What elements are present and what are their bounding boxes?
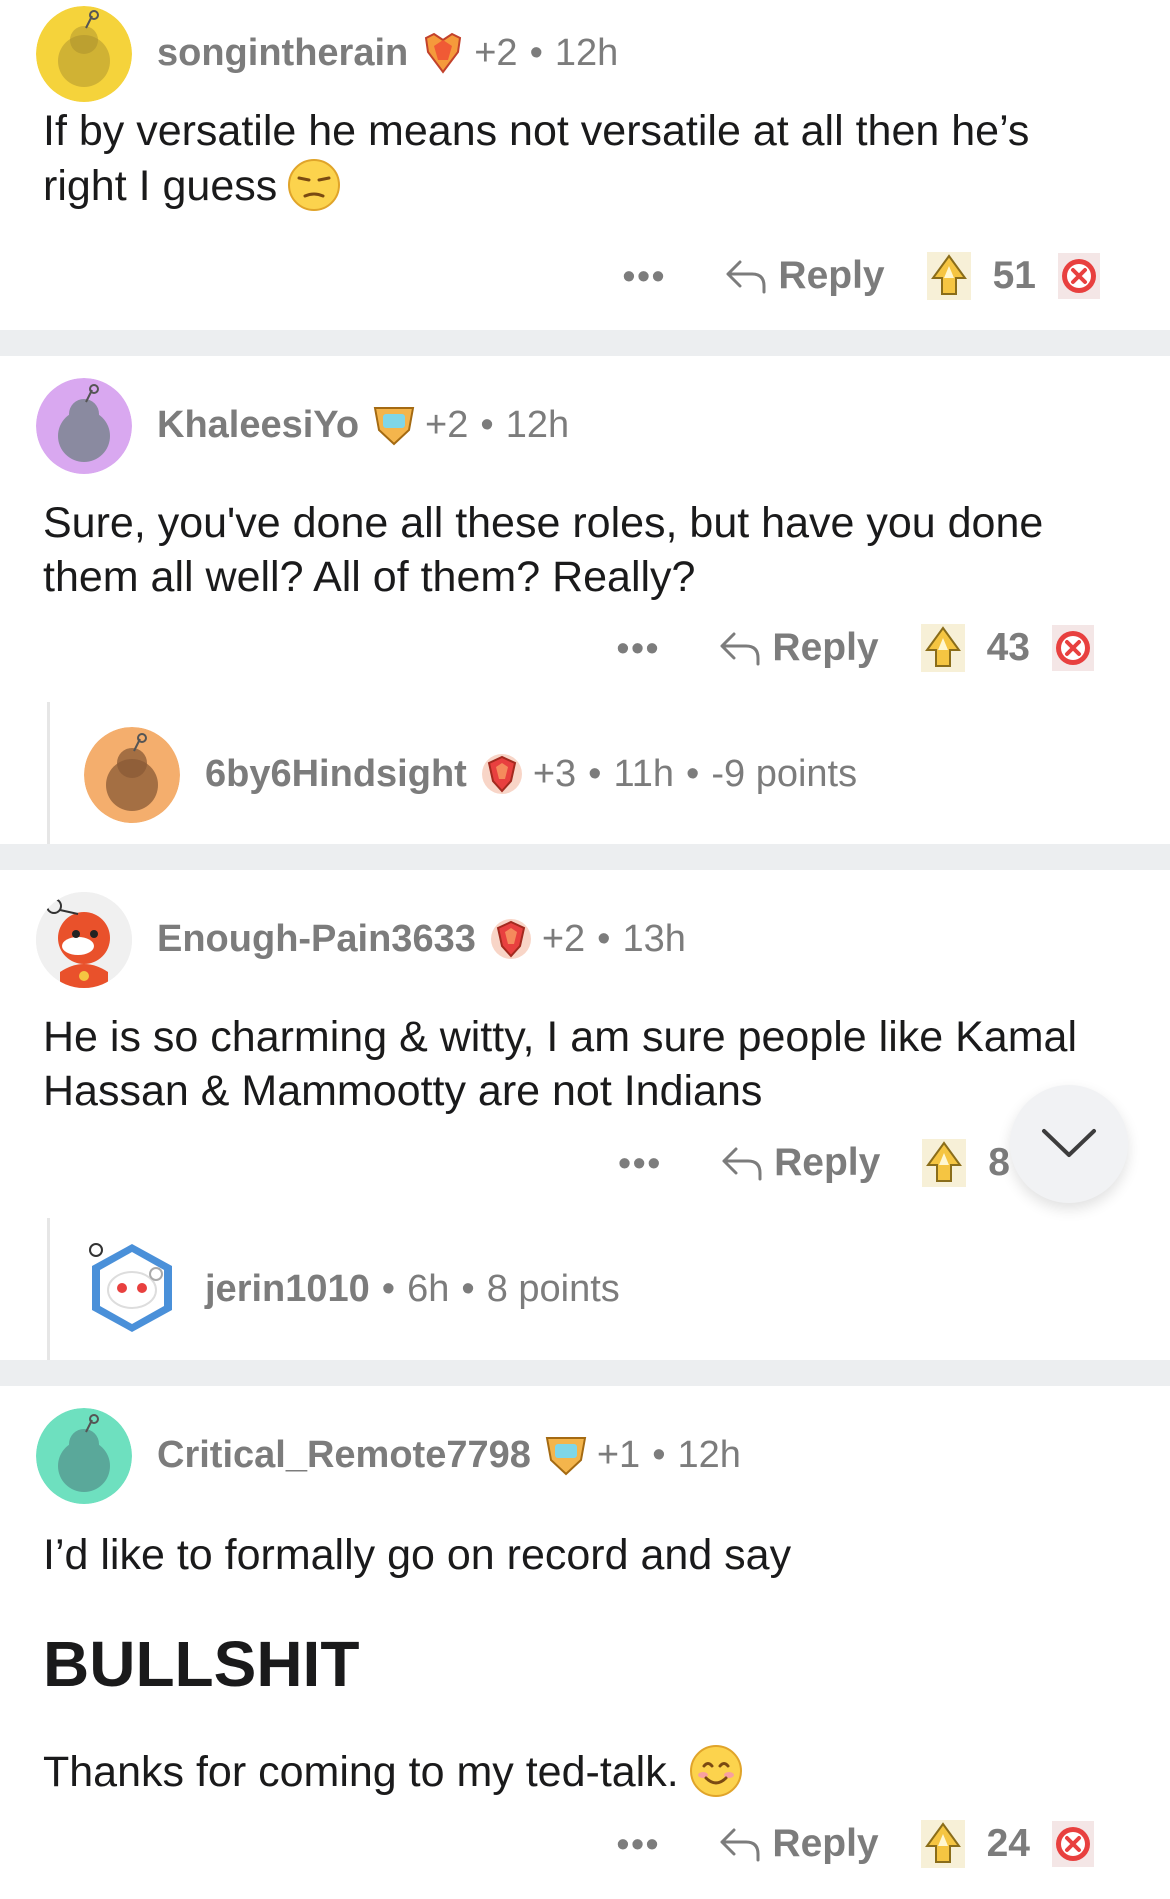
comment-text: He is so charming & witty, I am sure peo… xyxy=(43,1013,1077,1115)
avatar[interactable] xyxy=(84,1240,180,1336)
upvote-icon[interactable] xyxy=(922,1139,967,1187)
separator-dot: • xyxy=(588,752,602,795)
award-shield-icon xyxy=(371,402,417,448)
comment-meta: Enough-Pain3633 +2 • 13h xyxy=(157,914,686,964)
separator-dot: • xyxy=(686,752,700,795)
upvote-icon[interactable] xyxy=(920,1820,965,1868)
upvote-icon[interactable] xyxy=(926,252,971,300)
comment-meta: 6by6Hindsight +3 • 11h • -9 points xyxy=(205,749,857,799)
karma-count: +2 xyxy=(541,917,586,960)
divider xyxy=(0,330,1170,356)
reply-button[interactable]: Reply xyxy=(720,1141,880,1185)
timestamp: 6h xyxy=(407,1267,450,1310)
award-gem-icon xyxy=(420,30,466,76)
points: -9 points xyxy=(711,752,858,795)
separator-dot: • xyxy=(529,31,543,74)
avatar[interactable] xyxy=(36,1408,132,1504)
close-x-icon[interactable] xyxy=(1058,253,1100,299)
username[interactable]: songintherain xyxy=(157,32,408,75)
more-options-button[interactable]: ••• xyxy=(623,255,667,297)
separator-dot: • xyxy=(652,1433,666,1476)
more-options-button[interactable]: ••• xyxy=(617,1823,661,1865)
avatar[interactable] xyxy=(36,892,132,988)
smiling-face-icon xyxy=(689,1744,743,1798)
username[interactable]: 6by6Hindsight xyxy=(205,753,467,796)
comment-actions: ••• Reply 24 xyxy=(617,1814,1094,1874)
username[interactable]: jerin1010 xyxy=(205,1268,370,1311)
timestamp: 11h xyxy=(613,752,675,795)
karma-count: +2 xyxy=(474,31,518,74)
username[interactable]: Enough-Pain3633 xyxy=(157,918,476,961)
reply-arrow-icon xyxy=(722,1147,762,1181)
timestamp: 12h xyxy=(505,403,570,446)
reply-button[interactable]: Reply xyxy=(718,626,879,670)
comment-meta: Critical_Remote7798 +1 • 12h xyxy=(157,1430,741,1480)
vote-count: 43 xyxy=(986,626,1030,669)
comment-text-bold: BULLSHIT xyxy=(43,1628,360,1700)
reply-arrow-icon xyxy=(720,632,760,666)
comment-actions: ••• Reply 51 xyxy=(623,246,1100,306)
reply-button[interactable]: Reply xyxy=(724,254,885,298)
thread-line xyxy=(47,702,50,844)
comment-actions: ••• Reply 43 xyxy=(617,618,1094,678)
chevron-down-icon xyxy=(1042,1129,1096,1157)
username[interactable]: Critical_Remote7798 xyxy=(157,1434,531,1477)
separator-dot: • xyxy=(480,403,494,446)
avatar[interactable] xyxy=(84,727,180,823)
thread-line xyxy=(47,1218,50,1360)
points: 8 points xyxy=(486,1267,620,1310)
comment-feed: songintherain +2 • 12h If by versatile h… xyxy=(0,0,1170,1899)
separator-dot: • xyxy=(461,1267,475,1310)
timestamp: 13h xyxy=(622,917,686,960)
more-options-button[interactable]: ••• xyxy=(618,1142,662,1184)
timestamp: 12h xyxy=(554,31,619,74)
award-gem-icon xyxy=(488,916,534,962)
comment-text: Thanks for coming to my ted-talk. xyxy=(43,1744,1123,1799)
vote-count: 24 xyxy=(986,1822,1030,1865)
collapse-button[interactable] xyxy=(1010,1085,1128,1203)
karma-count: +3 xyxy=(532,752,577,795)
unamused-face-icon xyxy=(287,158,341,212)
vote-count: 51 xyxy=(992,254,1036,297)
karma-count: +1 xyxy=(596,1433,641,1476)
comment-meta: jerin1010 • 6h • 8 points xyxy=(205,1264,620,1314)
timestamp: 12h xyxy=(677,1433,741,1476)
award-shield-icon xyxy=(543,1432,589,1478)
award-gem-icon xyxy=(479,751,525,797)
reply-arrow-icon xyxy=(720,1828,760,1862)
comment-text: If by versatile he means not versatile a… xyxy=(43,107,1030,212)
reply-button[interactable]: Reply xyxy=(718,1822,879,1866)
avatar[interactable] xyxy=(36,378,132,474)
separator-dot: • xyxy=(597,917,611,960)
close-x-icon[interactable] xyxy=(1052,1821,1094,1867)
separator-dot: • xyxy=(381,1267,396,1310)
close-x-icon[interactable] xyxy=(1052,625,1094,671)
comment-text: I’d like to formally go on record and sa… xyxy=(43,1531,792,1579)
reply-arrow-icon xyxy=(726,260,766,294)
comment-meta: KhaleesiYo +2 • 12h xyxy=(157,400,569,450)
karma-count: +2 xyxy=(425,403,469,446)
comment-text: Sure, you've done all these roles, but h… xyxy=(43,499,1044,601)
username[interactable]: KhaleesiYo xyxy=(157,404,359,447)
comment-meta: songintherain +2 • 12h xyxy=(157,28,618,78)
vote-count: 8 xyxy=(988,1141,1010,1184)
avatar[interactable] xyxy=(36,6,132,102)
divider xyxy=(0,844,1170,870)
comment-actions: ••• Reply 8 xyxy=(618,1133,1010,1193)
more-options-button[interactable]: ••• xyxy=(617,627,661,669)
divider xyxy=(0,1360,1170,1386)
upvote-icon[interactable] xyxy=(920,624,965,672)
